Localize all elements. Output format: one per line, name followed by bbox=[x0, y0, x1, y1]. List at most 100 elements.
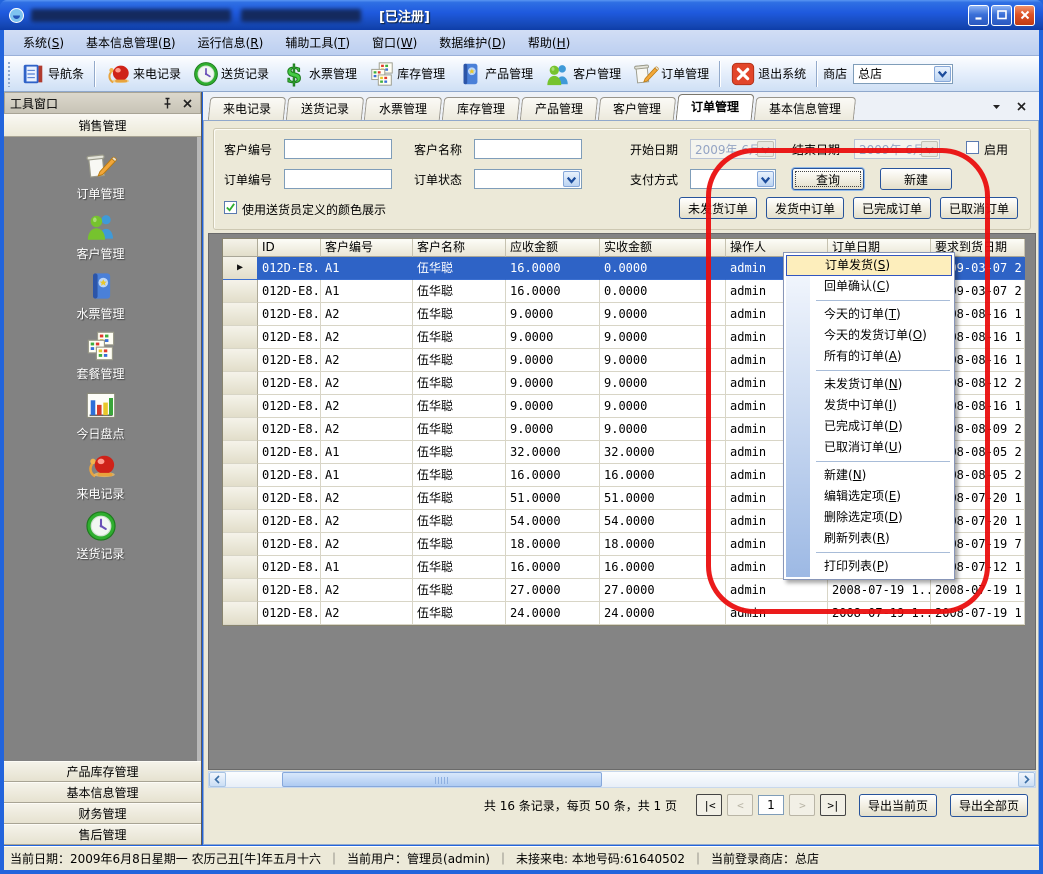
column-header[interactable]: 应收金额 bbox=[506, 239, 600, 257]
customer-no-input[interactable] bbox=[284, 139, 392, 159]
order-icon bbox=[633, 61, 659, 87]
sidebar-group-button[interactable]: 售后管理 bbox=[4, 824, 201, 845]
order-no-input[interactable] bbox=[284, 169, 392, 189]
sidebar-item-water-ticket-management[interactable]: 水票管理 bbox=[12, 270, 189, 327]
column-header[interactable]: 客户编号 bbox=[321, 239, 413, 257]
end-date-picker[interactable]: 2009年 6月 8日 bbox=[854, 139, 940, 159]
tab-basic-info[interactable]: 基本信息管理 bbox=[754, 97, 856, 120]
chevron-down-icon[interactable] bbox=[563, 171, 580, 187]
table-row[interactable]: 012D-E8...A2伍华聪24.000024.0000admin2008-0… bbox=[223, 602, 1024, 625]
toolbar-button-order[interactable]: 订单管理 bbox=[628, 59, 714, 89]
close-dark-icon[interactable] bbox=[180, 96, 195, 111]
filter-status-button[interactable]: 发货中订单 bbox=[766, 197, 844, 219]
prev-page-button[interactable]: < bbox=[727, 794, 753, 816]
filter-status-button[interactable]: 已完成订单 bbox=[853, 197, 931, 219]
payment-combo[interactable] bbox=[690, 169, 776, 189]
toolbar-button-product[interactable]: 产品管理 bbox=[452, 59, 538, 89]
toolbar-button-exit[interactable]: 退出系统 bbox=[725, 59, 811, 89]
menubar-item[interactable]: 帮助(H) bbox=[517, 31, 581, 54]
context-menu-item[interactable]: 未发货订单(N) bbox=[786, 374, 952, 395]
chevron-down-icon[interactable] bbox=[989, 99, 1004, 114]
page-number-input[interactable]: 1 bbox=[758, 795, 784, 815]
toolbar-button-inventory[interactable]: 库存管理 bbox=[364, 59, 450, 89]
context-menu-item[interactable]: 编辑选定项(E) bbox=[786, 486, 952, 507]
tab-product[interactable]: 产品管理 bbox=[520, 97, 598, 120]
context-menu-item[interactable]: 已取消订单(U) bbox=[786, 437, 952, 458]
scroll-right-icon[interactable] bbox=[1018, 772, 1035, 787]
toolbar-button-customer[interactable]: 客户管理 bbox=[540, 59, 626, 89]
context-menu-item[interactable]: 打印列表(P) bbox=[786, 556, 952, 577]
menubar-item[interactable]: 基本信息管理(B) bbox=[75, 31, 187, 54]
context-menu-item[interactable]: 今天的发货订单(O) bbox=[786, 325, 952, 346]
tab-water-ticket[interactable]: 水票管理 bbox=[364, 97, 442, 120]
chevron-down-icon bbox=[757, 141, 774, 157]
new-button[interactable]: 新建 bbox=[880, 168, 952, 190]
sidebar-group-button[interactable]: 产品库存管理 bbox=[4, 761, 201, 782]
menubar-item[interactable]: 系统(S) bbox=[12, 31, 75, 54]
menubar-item[interactable]: 辅助工具(T) bbox=[274, 31, 361, 54]
context-menu-item[interactable]: 发货中订单(I) bbox=[786, 395, 952, 416]
column-header[interactable]: ID bbox=[258, 239, 321, 257]
scrollbar-thumb[interactable] bbox=[282, 772, 602, 787]
sidebar-group-button[interactable]: 基本信息管理 bbox=[4, 782, 201, 803]
next-page-button[interactable]: > bbox=[789, 794, 815, 816]
sidebar-item-call-records[interactable]: 来电记录 bbox=[12, 450, 189, 507]
context-menu-item[interactable]: 所有的订单(A) bbox=[786, 346, 952, 367]
chevron-down-icon[interactable] bbox=[757, 171, 774, 187]
tab-call-records[interactable]: 来电记录 bbox=[208, 97, 286, 120]
context-menu-item[interactable]: 今天的订单(T) bbox=[786, 304, 952, 325]
context-menu-item[interactable]: 刷新列表(R) bbox=[786, 528, 952, 549]
context-menu-item[interactable]: 新建(N) bbox=[786, 465, 952, 486]
pin-icon[interactable] bbox=[160, 96, 175, 111]
scrollbar-track[interactable] bbox=[226, 772, 1018, 787]
toolbar-button-navigator[interactable]: 导航条 bbox=[15, 59, 89, 89]
tab-delivery-records[interactable]: 送货记录 bbox=[286, 97, 364, 120]
sidebar-item-customer-management[interactable]: 客户管理 bbox=[12, 210, 189, 267]
table-cell: A2 bbox=[321, 533, 413, 556]
sidebar-group-button[interactable]: 财务管理 bbox=[4, 803, 201, 824]
start-date-picker[interactable]: 2009年 6月 8日 bbox=[690, 139, 776, 159]
toolbar-grip[interactable] bbox=[7, 61, 11, 87]
close-dark-icon[interactable] bbox=[1014, 99, 1029, 114]
first-page-button[interactable]: |< bbox=[696, 794, 722, 816]
sidebar-item-today-check[interactable]: 今日盘点 bbox=[12, 390, 189, 447]
export-all-pages-button[interactable]: 导出全部页 bbox=[950, 794, 1028, 817]
context-menu-item[interactable]: 回单确认(C) bbox=[786, 276, 952, 297]
last-page-button[interactable]: >| bbox=[820, 794, 846, 816]
export-current-page-button[interactable]: 导出当前页 bbox=[859, 794, 937, 817]
window-maximize-button[interactable] bbox=[991, 5, 1012, 26]
menubar-item[interactable]: 运行信息(R) bbox=[187, 31, 275, 54]
menubar-item[interactable]: 数据维护(D) bbox=[428, 31, 517, 54]
sidebar-item-order-management[interactable]: 订单管理 bbox=[12, 150, 189, 207]
tab-order[interactable]: 订单管理 bbox=[676, 94, 755, 120]
query-button[interactable]: 查询 bbox=[792, 168, 864, 190]
sidebar-item-delivery-records[interactable]: 送货记录 bbox=[12, 510, 189, 567]
filter-status-button[interactable]: 未发货订单 bbox=[679, 197, 757, 219]
chevron-down-icon[interactable] bbox=[934, 66, 951, 82]
order-status-combo[interactable] bbox=[474, 169, 582, 189]
window-close-button[interactable] bbox=[1014, 5, 1035, 26]
scroll-left-icon[interactable] bbox=[209, 772, 226, 787]
sidebar-item-package-management[interactable]: 套餐管理 bbox=[12, 330, 189, 387]
color-display-checkbox[interactable] bbox=[224, 201, 237, 214]
shop-combo[interactable]: 总店 bbox=[853, 64, 953, 84]
window-minimize-button[interactable] bbox=[968, 5, 989, 26]
menubar-item[interactable]: 窗口(W) bbox=[361, 31, 428, 54]
column-header[interactable]: 客户名称 bbox=[413, 239, 506, 257]
column-header[interactable]: 实收金额 bbox=[600, 239, 726, 257]
tab-customer[interactable]: 客户管理 bbox=[598, 97, 676, 120]
context-menu-item[interactable]: 已完成订单(D) bbox=[786, 416, 952, 437]
filter-status-button[interactable]: 已取消订单 bbox=[940, 197, 1018, 219]
context-menu-item[interactable]: 订单发货(S) bbox=[786, 255, 952, 276]
customer-name-input[interactable] bbox=[474, 139, 582, 159]
horizontal-scrollbar[interactable] bbox=[208, 771, 1036, 788]
context-menu-item[interactable]: 删除选定项(D) bbox=[786, 507, 952, 528]
sidebar-group-sales[interactable]: 销售管理 bbox=[4, 114, 201, 137]
enable-checkbox[interactable] bbox=[966, 141, 979, 154]
tab-inventory[interactable]: 库存管理 bbox=[442, 97, 520, 120]
table-row[interactable]: 012D-E8...A2伍华聪27.000027.0000admin2008-0… bbox=[223, 579, 1024, 602]
toolbar-button-delivery-records[interactable]: 送货记录 bbox=[188, 59, 274, 89]
toolbar-button-call-records[interactable]: 来电记录 bbox=[100, 59, 186, 89]
toolbar-button-water-ticket[interactable]: $水票管理 bbox=[276, 59, 362, 89]
table-cell: 18.0000 bbox=[506, 533, 600, 556]
